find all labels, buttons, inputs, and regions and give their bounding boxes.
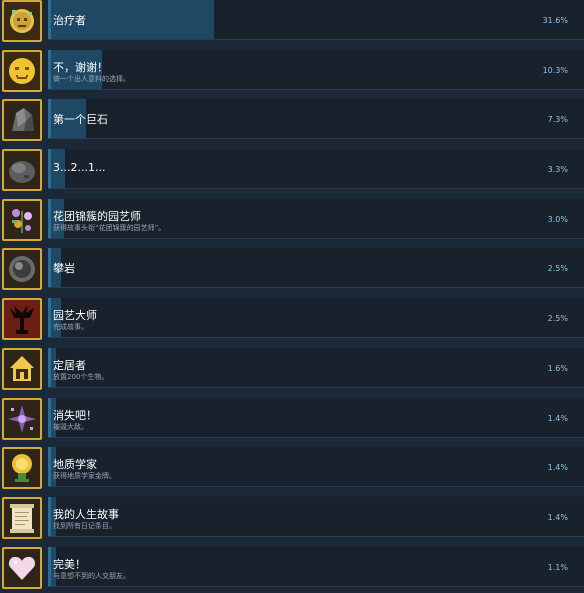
unlock-percentage: 1.6% — [547, 364, 568, 373]
unlock-percentage: 1.4% — [547, 463, 568, 472]
unlock-percentage: 2.5% — [547, 264, 568, 273]
achievement-list: 治疗者 31.6% 不，谢谢！ 做一个出人意料的选择。 10.3% 第一个巨石 7.3% 3.… — [0, 0, 584, 589]
achievement-description: 完成故事。 — [53, 323, 88, 331]
heart-icon — [2, 547, 42, 589]
climbing-rock-icon — [2, 248, 42, 290]
unlock-percentage: 3.3% — [547, 165, 568, 174]
unlock-percentage: 2.5% — [547, 314, 568, 323]
achievement-title: 治疗者 — [53, 14, 86, 27]
achievement-title: 我的人生故事 — [53, 508, 119, 521]
progress-bar: 治疗者 31.6% — [48, 0, 584, 40]
sparkle-icon — [2, 398, 42, 440]
unlock-percentage: 10.3% — [542, 66, 568, 75]
progress-accent — [48, 547, 51, 586]
unlock-percentage: 1.4% — [547, 513, 568, 522]
unlock-percentage: 1.1% — [547, 563, 568, 572]
unlock-percentage: 3.0% — [547, 215, 568, 224]
progress-accent — [48, 248, 51, 287]
achievement-row[interactable]: 3...2...1... 3.3% — [0, 149, 584, 195]
achievement-row[interactable]: 我的人生故事 找到所有日记条目。 1.4% — [0, 497, 584, 543]
achievement-title: 完美！ — [53, 558, 86, 571]
progress-accent — [48, 0, 51, 39]
achievement-description: 做一个出人意料的选择。 — [53, 75, 130, 83]
progress-accent — [48, 99, 51, 138]
progress-bar: 消失吧！ 摧毁大敌。 1.4% — [48, 398, 584, 438]
progress-bar: 攀岩 2.5% — [48, 248, 584, 288]
scroll-icon — [2, 497, 42, 539]
achievement-row[interactable]: 完美！ 与意想不到的人交朋友。 1.1% — [0, 547, 584, 593]
progress-bar: 定居者 放置200个生物。 1.6% — [48, 348, 584, 388]
achievement-title: 园艺大师 — [53, 309, 97, 322]
progress-accent — [48, 50, 51, 89]
achievement-title: 3...2...1... — [53, 161, 106, 174]
progress-accent — [48, 149, 51, 188]
progress-accent — [48, 447, 51, 486]
progress-bar: 完美！ 与意想不到的人交朋友。 1.1% — [48, 547, 584, 587]
achievement-title: 不，谢谢！ — [53, 61, 108, 74]
unlock-percentage: 31.6% — [542, 16, 568, 25]
progress-bar: 3...2...1... 3.3% — [48, 149, 584, 189]
progress-bar: 地质学家 获得地质学家金牌。 1.4% — [48, 447, 584, 487]
achievement-row[interactable]: 园艺大师 完成故事。 2.5% — [0, 298, 584, 344]
progress-accent — [48, 497, 51, 536]
achievement-title: 地质学家 — [53, 458, 97, 471]
flower-icon — [2, 199, 42, 241]
achievement-row[interactable]: 治疗者 31.6% — [0, 0, 584, 46]
achievement-description: 与意想不到的人交朋友。 — [53, 572, 130, 580]
achievement-title: 消失吧！ — [53, 409, 97, 422]
achievement-title: 定居者 — [53, 359, 86, 372]
achievement-row[interactable]: 第一个巨石 7.3% — [0, 99, 584, 145]
achievement-title: 花团锦簇的园艺师 — [53, 210, 141, 223]
progress-bar: 花团锦簇的园艺师 获得故事头衔“花团锦簇的园艺师”。 3.0% — [48, 199, 584, 239]
achievement-row[interactable]: 花团锦簇的园艺师 获得故事头衔“花团锦簇的园艺师”。 3.0% — [0, 199, 584, 245]
unlock-percentage: 7.3% — [547, 115, 568, 124]
tree-silhouette-icon — [2, 298, 42, 340]
achievement-description: 获得地质学家金牌。 — [53, 472, 116, 480]
healer-face-icon — [2, 0, 42, 42]
boulder-icon — [2, 99, 42, 141]
progress-accent — [48, 199, 51, 238]
progress-accent — [48, 398, 51, 437]
sad-face-icon — [2, 50, 42, 92]
achievement-row[interactable]: 定居者 放置200个生物。 1.6% — [0, 348, 584, 394]
achievement-row[interactable]: 地质学家 获得地质学家金牌。 1.4% — [0, 447, 584, 493]
achievement-description: 放置200个生物。 — [53, 373, 109, 381]
achievement-row[interactable]: 不，谢谢！ 做一个出人意料的选择。 10.3% — [0, 50, 584, 96]
achievement-title: 第一个巨石 — [53, 113, 108, 126]
progress-bar: 不，谢谢！ 做一个出人意料的选择。 10.3% — [48, 50, 584, 90]
achievement-row[interactable]: 攀岩 2.5% — [0, 248, 584, 294]
rock-icon — [2, 149, 42, 191]
achievement-description: 找到所有日记条目。 — [53, 522, 116, 530]
progress-bar: 第一个巨石 7.3% — [48, 99, 584, 139]
achievement-title: 攀岩 — [53, 262, 75, 275]
house-icon — [2, 348, 42, 390]
progress-accent — [48, 298, 51, 337]
achievement-row[interactable]: 消失吧！ 摧毁大敌。 1.4% — [0, 398, 584, 444]
progress-accent — [48, 348, 51, 387]
unlock-percentage: 1.4% — [547, 414, 568, 423]
progress-bar: 园艺大师 完成故事。 2.5% — [48, 298, 584, 338]
gold-medal-icon — [2, 447, 42, 489]
achievement-description: 获得故事头衔“花团锦簇的园艺师”。 — [53, 224, 166, 232]
achievement-description: 摧毁大敌。 — [53, 423, 88, 431]
progress-bar: 我的人生故事 找到所有日记条目。 1.4% — [48, 497, 584, 537]
